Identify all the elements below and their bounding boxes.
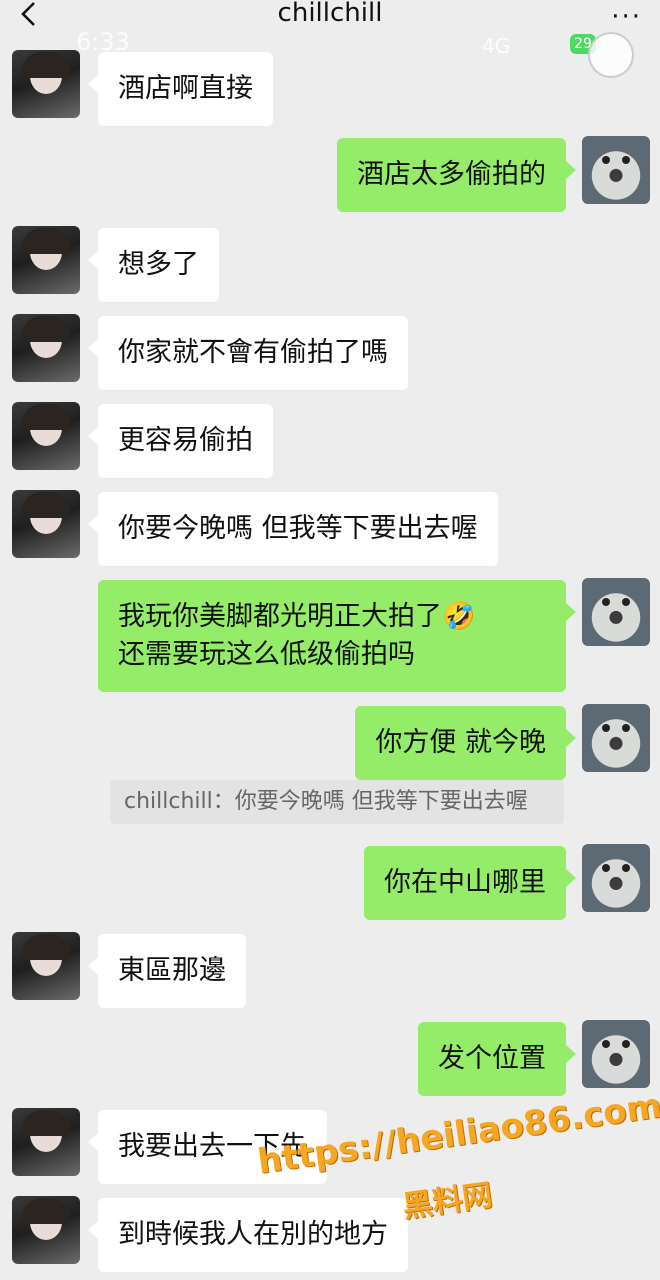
bubble-tail: [566, 603, 576, 621]
user-avatar[interactable]: [582, 1020, 650, 1088]
bubble-tail: [88, 75, 98, 93]
user-avatar[interactable]: [582, 704, 650, 772]
incoming-message[interactable]: 你家就不會有偷拍了嗎: [98, 316, 408, 390]
bubble-tail: [88, 251, 98, 269]
user-avatar[interactable]: [582, 578, 650, 646]
contact-avatar[interactable]: [12, 402, 80, 470]
outgoing-message[interactable]: 酒店太多偷拍的: [337, 138, 566, 212]
outgoing-message[interactable]: 我玩你美脚都光明正大拍了🤣 还需要玩这么低级偷拍吗: [98, 580, 566, 692]
contact-avatar[interactable]: [12, 932, 80, 1000]
contact-avatar[interactable]: [12, 50, 80, 118]
chat-title: chillchill: [277, 0, 383, 28]
bubble-tail: [566, 1045, 576, 1063]
watermark-url: https://heiliao86.com: [255, 1085, 660, 1183]
bubble-tail: [88, 427, 98, 445]
more-options-icon[interactable]: ···: [611, 2, 642, 32]
incoming-message[interactable]: 東區那邊: [98, 934, 246, 1008]
outgoing-message[interactable]: 你方便 就今晚: [355, 706, 566, 780]
bubble-tail: [566, 729, 576, 747]
bubble-tail: [88, 515, 98, 533]
bubble-tail: [88, 1133, 98, 1151]
user-avatar[interactable]: [582, 136, 650, 204]
incoming-message[interactable]: 到時候我人在別的地方: [98, 1198, 408, 1272]
network-indicator: 4G: [482, 34, 511, 58]
incoming-message[interactable]: 更容易偷拍: [98, 404, 273, 478]
bubble-tail: [88, 339, 98, 357]
contact-avatar[interactable]: [12, 1108, 80, 1176]
outgoing-message[interactable]: 发个位置: [418, 1022, 566, 1096]
contact-avatar[interactable]: [12, 226, 80, 294]
quoted-message[interactable]: chillchill：你要今晚嗎 但我等下要出去喔: [110, 780, 564, 824]
contact-avatar[interactable]: [12, 314, 80, 382]
bubble-tail: [566, 869, 576, 887]
bubble-tail: [88, 1221, 98, 1239]
bubble-tail: [88, 957, 98, 975]
assistive-touch-button[interactable]: [588, 32, 634, 78]
incoming-message[interactable]: 酒店啊直接: [98, 52, 273, 126]
incoming-message[interactable]: 你要今晚嗎 但我等下要出去喔: [98, 492, 498, 566]
contact-avatar[interactable]: [12, 490, 80, 558]
outgoing-message[interactable]: 你在中山哪里: [364, 846, 566, 920]
watermark-label: 黑料网: [400, 1177, 495, 1226]
contact-avatar[interactable]: [12, 1196, 80, 1264]
bubble-tail: [566, 161, 576, 179]
user-avatar[interactable]: [582, 844, 650, 912]
incoming-message[interactable]: 想多了: [98, 228, 219, 302]
